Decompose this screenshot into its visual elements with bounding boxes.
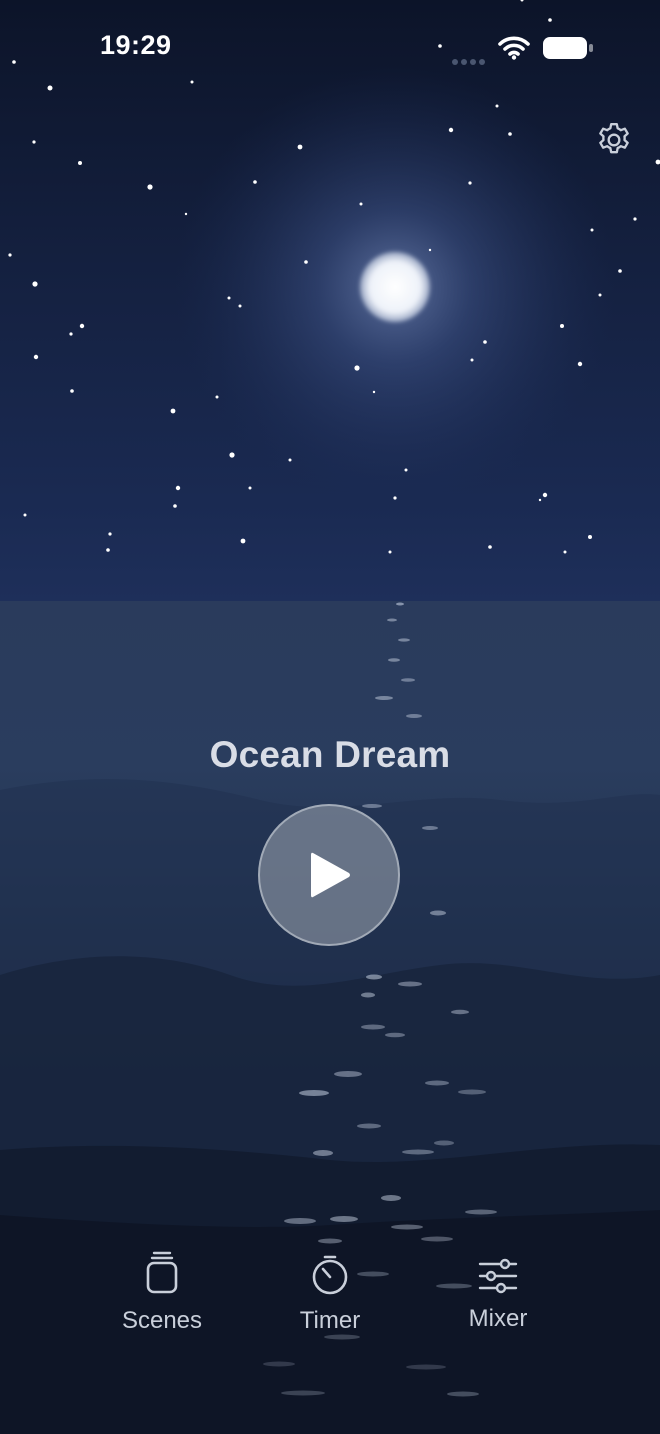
gear-icon bbox=[599, 123, 629, 154]
ocean-dream-screen: 19:29 Ocean Dream Scenes Timer Mixer bbox=[0, 0, 660, 1434]
wifi-icon bbox=[498, 36, 530, 60]
timer-icon bbox=[312, 1255, 348, 1295]
tab-timer-label: Timer bbox=[299, 1307, 361, 1334]
night-ocean-background bbox=[0, 0, 660, 1434]
jar-icon bbox=[146, 1251, 178, 1294]
tab-scenes-label: Scenes bbox=[121, 1307, 203, 1334]
tab-mixer[interactable]: Mixer bbox=[428, 1258, 568, 1333]
sliders-icon bbox=[478, 1258, 518, 1294]
status-bar: 19:29 bbox=[0, 0, 660, 96]
scene-title: Ocean Dream bbox=[209, 734, 451, 775]
tab-timer[interactable]: Timer bbox=[260, 1254, 400, 1335]
settings-button[interactable] bbox=[592, 118, 636, 162]
moon bbox=[360, 252, 430, 322]
cellular-dots-icon bbox=[452, 52, 488, 70]
tab-mixer-label: Mixer bbox=[468, 1305, 528, 1332]
battery-icon bbox=[543, 37, 593, 59]
status-time: 19:29 bbox=[100, 30, 172, 60]
bottom-tab-bar: Scenes Timer Mixer bbox=[0, 1240, 660, 1360]
tab-scenes[interactable]: Scenes bbox=[92, 1250, 232, 1335]
play-button[interactable] bbox=[258, 804, 400, 946]
play-icon bbox=[311, 852, 350, 898]
